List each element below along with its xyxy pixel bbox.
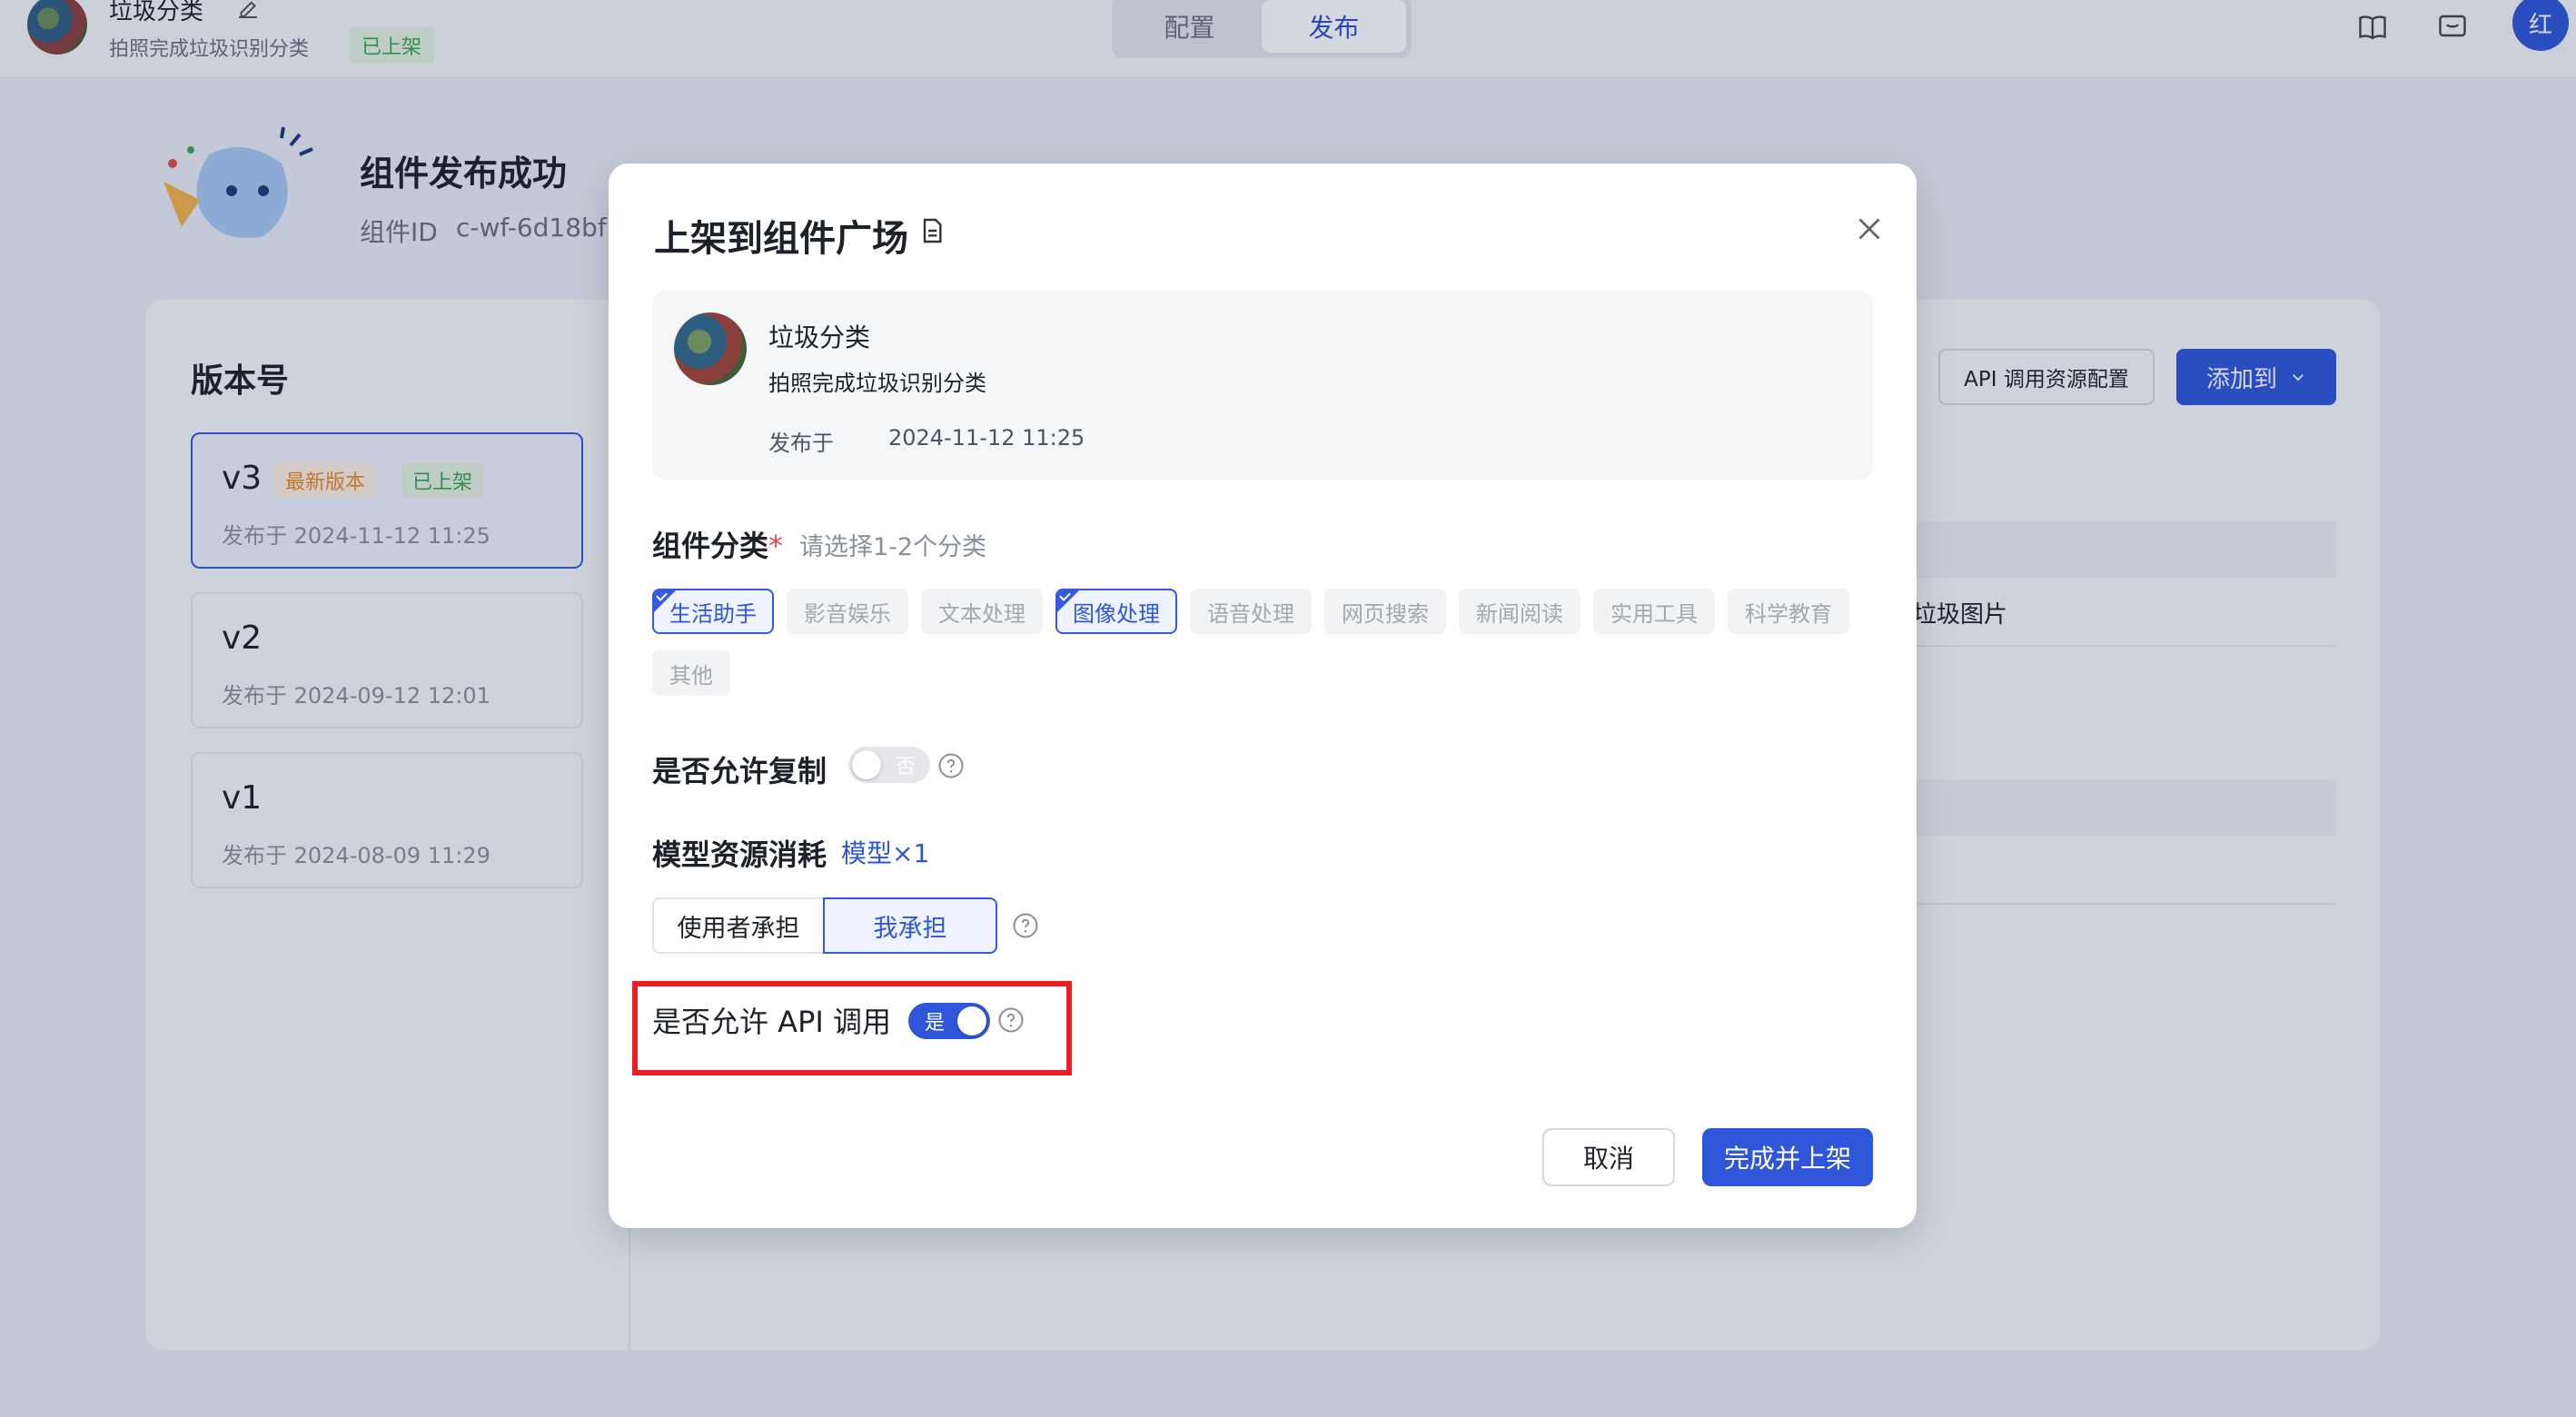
category-chip-science-education[interactable]: 科学教育 [1728,589,1849,634]
component-avatar [674,312,747,385]
chip-label: 科学教育 [1745,600,1832,627]
cancel-button[interactable]: 取消 [1542,1128,1675,1186]
check-corner-icon [1057,590,1079,612]
chip-label: 新闻阅读 [1476,600,1563,627]
help-icon[interactable] [1012,912,1039,939]
category-label-text: 组件分类 [652,529,769,563]
category-chip-news-reading[interactable]: 新闻阅读 [1459,589,1580,634]
category-chip-text-processing[interactable]: 文本处理 [921,589,1043,634]
chip-label: 生活助手 [669,600,757,627]
chip-label: 其他 [669,662,713,689]
chip-label: 图像处理 [1073,600,1160,627]
component-description: 拍照完成垃圾识别分类 [768,371,986,396]
chip-label: 影音娱乐 [804,600,891,627]
chip-label: 语音处理 [1207,600,1294,627]
component-info-card: 垃圾分类 拍照完成垃圾识别分类 发布于 2024-11-12 11:25 [652,291,1873,480]
chip-label: 网页搜索 [1342,600,1429,627]
model-cost-label: 模型资源消耗 [652,837,827,872]
category-chip-voice-processing[interactable]: 语音处理 [1190,589,1312,634]
chip-label: 文本处理 [938,600,1025,627]
toggle-knob [852,750,881,779]
publish-to-store-modal: 上架到组件广场 垃圾分类 拍照完成垃圾识别分类 发布于 2024-11-12 1… [609,164,1917,1228]
category-chip-utility-tools[interactable]: 实用工具 [1593,589,1715,634]
toggle-text: 否 [895,756,916,778]
toggle-knob [957,1006,986,1036]
toggle-text: 是 [925,1012,946,1035]
category-label: 组件分类* [652,523,783,565]
cost-option-user[interactable]: 使用者承担 [652,897,823,954]
publish-date-label: 发布于 [768,431,834,456]
component-name: 垃圾分类 [768,322,871,352]
category-hint: 请选择1-2个分类 [799,533,987,561]
allow-copy-toggle[interactable]: 否 [848,747,930,783]
help-icon[interactable] [937,752,965,779]
required-mark: * [768,529,784,563]
category-chip-image-processing[interactable]: 图像处理 [1055,589,1177,634]
model-count-link[interactable]: 模型×1 [841,834,929,870]
cost-option-me[interactable]: 我承担 [823,897,997,954]
category-chip-entertainment[interactable]: 影音娱乐 [787,589,908,634]
modal-title: 上架到组件广场 [654,218,908,260]
chip-label: 实用工具 [1610,600,1698,627]
close-icon[interactable] [1853,213,1886,245]
category-chip-life-assistant[interactable]: 生活助手 [652,589,774,634]
help-icon[interactable] [997,1006,1025,1034]
allow-api-toggle[interactable]: 是 [908,1003,990,1039]
allow-api-label: 是否允许 API 调用 [652,1005,891,1039]
cost-bearer-radio-group: 使用者承担 我承担 [652,897,997,954]
publish-date-value: 2024-11-12 11:25 [888,425,1085,451]
document-icon[interactable] [917,216,946,245]
allow-copy-label: 是否允许复制 [652,754,827,788]
category-chip-other[interactable]: 其他 [652,650,730,696]
check-corner-icon [654,590,676,612]
category-chip-web-search[interactable]: 网页搜索 [1324,589,1446,634]
submit-publish-button[interactable]: 完成并上架 [1702,1128,1873,1186]
